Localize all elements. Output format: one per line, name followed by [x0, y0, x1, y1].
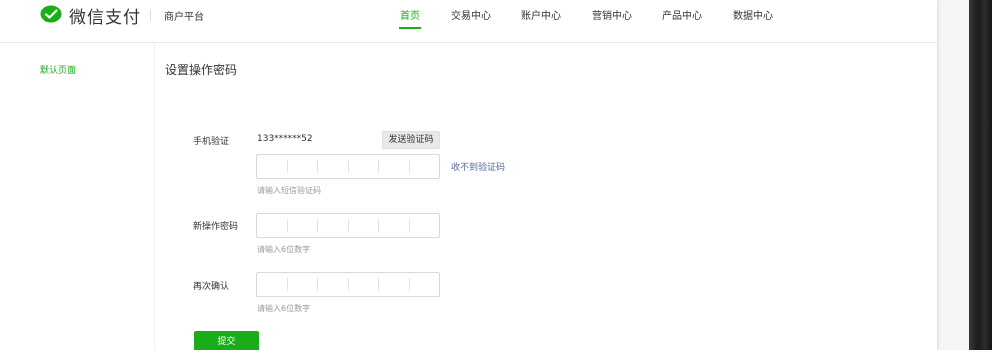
new-password-label: 新操作密码: [193, 222, 239, 232]
sms-code-digit: [379, 160, 410, 173]
nav-account-center[interactable]: 账户中心: [521, 7, 561, 30]
sms-code-digit: [349, 160, 379, 173]
password-digit: [288, 278, 318, 291]
nav-marketing-center[interactable]: 营销中心: [592, 7, 632, 30]
sms-code-digit: [318, 160, 349, 173]
confirm-password-label: 再次确认: [193, 282, 230, 292]
phone-verify-label: 手机验证: [193, 137, 230, 147]
brand-logo[interactable]: 微信支付: [40, 5, 141, 28]
sms-code-input[interactable]: [256, 154, 440, 179]
submit-button[interactable]: 提交: [194, 331, 259, 350]
password-digit: [318, 219, 349, 232]
password-digit: [410, 278, 440, 291]
sms-code-digit: [410, 160, 440, 173]
nav-data-center[interactable]: 数据中心: [733, 7, 773, 30]
merchant-platform-window: 微信支付 商户平台 首页 交易中心 账户中心 营销中心 产品中心 数据中心 默认…: [0, 0, 937, 350]
nav-home[interactable]: 首页: [399, 7, 421, 30]
password-digit: [410, 219, 440, 232]
page-title: 设置操作密码: [165, 63, 238, 77]
sms-code-hint: 请输入短信验证码: [257, 186, 321, 195]
brand-name: 微信支付: [69, 7, 141, 28]
password-digit: [288, 219, 318, 232]
masked-phone-number: 133******52: [257, 134, 313, 144]
confirm-password-hint: 请输入6位数字: [257, 304, 311, 313]
platform-name: 商户平台: [164, 12, 204, 23]
header-divider: [150, 9, 151, 21]
password-digit: [379, 219, 410, 232]
wechat-pay-logo-icon: [40, 5, 64, 25]
nav-product-center[interactable]: 产品中心: [662, 7, 702, 30]
new-password-input[interactable]: [256, 213, 440, 238]
nav-trade-center[interactable]: 交易中心: [451, 7, 491, 30]
no-code-received-link[interactable]: 收不到验证码: [451, 160, 505, 173]
top-header: 微信支付 商户平台 首页 交易中心 账户中心 营销中心 产品中心 数据中心: [0, 0, 937, 43]
send-code-button[interactable]: 发送验证码: [382, 131, 440, 149]
password-digit: [257, 278, 288, 291]
password-digit: [318, 278, 349, 291]
confirm-password-input[interactable]: [256, 272, 440, 297]
sidebar-item-default-page[interactable]: 默认页面: [40, 63, 76, 76]
password-digit: [349, 278, 379, 291]
new-password-hint: 请输入6位数字: [257, 245, 311, 254]
desktop-edge: [969, 0, 992, 350]
sms-code-digit: [257, 160, 288, 173]
sms-code-digit: [288, 160, 318, 173]
password-digit: [349, 219, 379, 232]
password-digit: [379, 278, 410, 291]
password-digit: [257, 219, 288, 232]
